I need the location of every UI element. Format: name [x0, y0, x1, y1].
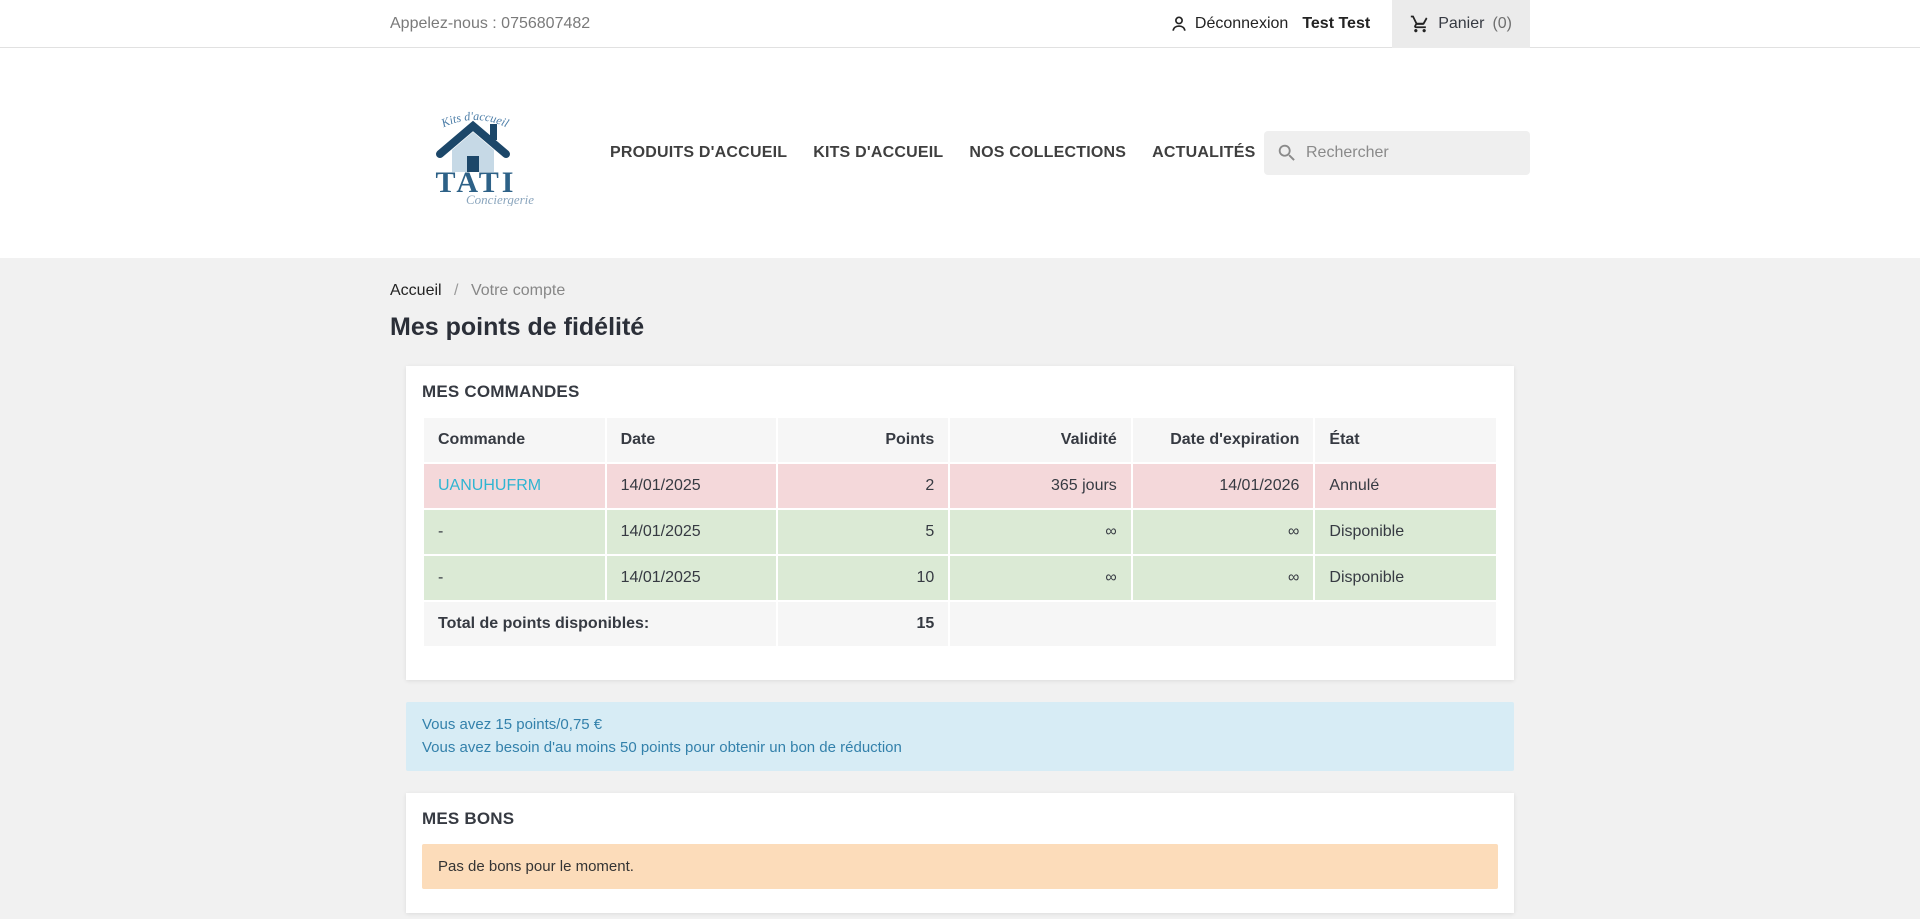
- table-footer-row: Total de points disponibles: 15: [423, 601, 1497, 647]
- cell-points: 5: [777, 509, 949, 555]
- no-vouchers-alert: Pas de bons pour le moment.: [422, 844, 1498, 889]
- logo-image: Kits d'accueil TATI Conciergerie: [400, 96, 550, 206]
- header-commande: Commande: [423, 417, 606, 463]
- header-points: Points: [777, 417, 949, 463]
- vouchers-card-title: MES BONS: [422, 809, 1498, 829]
- logout-link[interactable]: Déconnexion: [1169, 14, 1288, 34]
- topbar-right: Déconnexion Test Test Panier (0): [1169, 0, 1530, 48]
- cart-icon: [1410, 14, 1430, 34]
- table-header-row: Commande Date Points Validité Date d'exp…: [423, 417, 1497, 463]
- cell-date: 14/01/2025: [606, 509, 778, 555]
- header-date: Date: [606, 417, 778, 463]
- points-info-line2: Vous avez besoin d'au moins 50 points po…: [422, 736, 1498, 759]
- cart-label: Panier: [1438, 15, 1484, 33]
- main-content: Accueil / Votre compte Mes points de fid…: [0, 258, 1920, 913]
- nav-item-nos-collections[interactable]: NOS COLLECTIONS: [969, 144, 1126, 162]
- search-box: [1264, 131, 1530, 175]
- nav-item-produits-accueil[interactable]: PRODUITS D'ACCUEIL: [610, 144, 787, 162]
- nav-item-actualites[interactable]: ACTUALITÉS: [1152, 144, 1255, 162]
- breadcrumb-separator: /: [454, 282, 458, 299]
- cell-expiration: ∞: [1132, 555, 1315, 601]
- cell-etat: Annulé: [1314, 463, 1497, 509]
- points-info-line1: Vous avez 15 points/0,75 €: [422, 713, 1498, 736]
- site-header: Kits d'accueil TATI Conciergerie PRODUIT…: [0, 48, 1920, 258]
- page-title: Mes points de fidélité: [390, 313, 1530, 342]
- cell-validite: ∞: [949, 509, 1132, 555]
- breadcrumb-home[interactable]: Accueil: [390, 282, 442, 299]
- cell-expiration: ∞: [1132, 509, 1315, 555]
- footer-empty-cell: [949, 601, 1497, 647]
- cell-date: 14/01/2025: [606, 463, 778, 509]
- order-reference-link[interactable]: UANUHUFRM: [438, 477, 541, 494]
- cell-commande: UANUHUFRM: [423, 463, 606, 509]
- cell-expiration: 14/01/2026: [1132, 463, 1315, 509]
- cell-validite: ∞: [949, 555, 1132, 601]
- user-account-link[interactable]: Test Test: [1302, 15, 1370, 33]
- search-icon[interactable]: [1276, 142, 1298, 164]
- logo-subtitle-text: Conciergerie: [466, 192, 534, 206]
- search-input[interactable]: [1306, 144, 1518, 162]
- cell-etat: Disponible: [1314, 509, 1497, 555]
- loyalty-points-table: Commande Date Points Validité Date d'exp…: [422, 416, 1498, 648]
- cell-commande: -: [423, 555, 606, 601]
- table-row: - 14/01/2025 5 ∞ ∞ Disponible: [423, 509, 1497, 555]
- phone-text: Appelez-nous : 0756807482: [390, 15, 590, 33]
- vouchers-card: MES BONS Pas de bons pour le moment.: [406, 793, 1514, 913]
- orders-card-title: MES COMMANDES: [422, 382, 1498, 402]
- table-row: - 14/01/2025 10 ∞ ∞ Disponible: [423, 555, 1497, 601]
- header-etat: État: [1314, 417, 1497, 463]
- cell-validite: 365 jours: [949, 463, 1132, 509]
- cell-etat: Disponible: [1314, 555, 1497, 601]
- person-icon: [1169, 14, 1189, 34]
- header-validite: Validité: [949, 417, 1132, 463]
- header-expiration: Date d'expiration: [1132, 417, 1315, 463]
- cell-points: 2: [777, 463, 949, 509]
- main-nav: PRODUITS D'ACCUEIL KITS D'ACCUEIL NOS CO…: [610, 144, 1255, 162]
- logout-label: Déconnexion: [1195, 15, 1288, 33]
- points-info-alert: Vous avez 15 points/0,75 € Vous avez bes…: [406, 702, 1514, 771]
- breadcrumb: Accueil / Votre compte: [390, 282, 1530, 300]
- cell-date: 14/01/2025: [606, 555, 778, 601]
- cart-button[interactable]: Panier (0): [1392, 0, 1530, 48]
- table-row: UANUHUFRM 14/01/2025 2 365 jours 14/01/2…: [423, 463, 1497, 509]
- orders-card: MES COMMANDES Commande Date Points Valid…: [406, 366, 1514, 680]
- breadcrumb-current: Votre compte: [471, 282, 565, 299]
- topbar: Appelez-nous : 0756807482 Déconnexion Te…: [0, 0, 1920, 48]
- cart-count: (0): [1492, 15, 1512, 33]
- total-points-value: 15: [777, 601, 949, 647]
- logo-link[interactable]: Kits d'accueil TATI Conciergerie: [400, 96, 550, 211]
- nav-item-kits-accueil[interactable]: KITS D'ACCUEIL: [813, 144, 943, 162]
- cell-points: 10: [777, 555, 949, 601]
- cell-commande: -: [423, 509, 606, 555]
- total-points-label: Total de points disponibles:: [423, 601, 777, 647]
